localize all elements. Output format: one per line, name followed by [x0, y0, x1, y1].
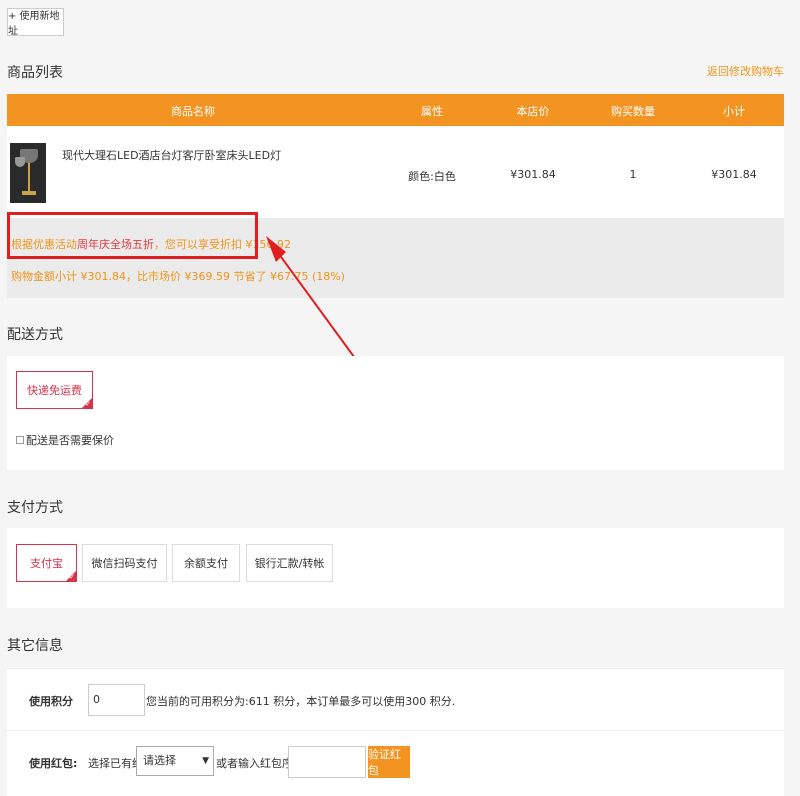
- payment-option-balance[interactable]: 余额支付: [172, 544, 240, 582]
- bonus-row: 使用红包: 选择已有红包 请选择 ▼ 或者输入红包序列号 验证红包: [7, 730, 784, 792]
- points-row: 使用积分 0 您当前的可用积分为:611 积分，本订单最多可以使用300 积分.: [7, 668, 784, 730]
- bonus-select[interactable]: 请选择 ▼: [136, 746, 214, 776]
- points-label: 使用积分: [29, 695, 73, 708]
- bonus-sn-input[interactable]: [288, 746, 366, 778]
- insure-checkbox-row[interactable]: 配送是否需要保价: [16, 432, 114, 448]
- payment-title: 支付方式: [7, 500, 63, 516]
- points-input[interactable]: 0: [88, 684, 145, 716]
- bonus-label: 使用红包:: [29, 757, 78, 770]
- shipping-option-free[interactable]: 快递免运费 ✓: [16, 371, 93, 409]
- insure-checkbox[interactable]: [16, 436, 24, 444]
- payment-option-wechat[interactable]: 微信扫码支付: [82, 544, 167, 582]
- verify-bonus-button[interactable]: 验证红包: [368, 746, 410, 778]
- other-info-title: 其它信息: [7, 638, 63, 654]
- shipping-title: 配送方式: [7, 327, 63, 343]
- shipping-panel: 快递免运费 ✓ 配送是否需要保价: [7, 356, 784, 470]
- chevron-down-icon: ▼: [202, 756, 209, 766]
- points-hint: 您当前的可用积分为:611 积分，本订单最多可以使用300 积分.: [146, 695, 456, 708]
- payment-option-alipay[interactable]: 支付宝 ✓: [16, 544, 77, 582]
- payment-panel: 支付宝 ✓ 微信扫码支付 余额支付 银行汇款/转帐: [7, 528, 784, 608]
- payment-option-bank[interactable]: 银行汇款/转帐: [246, 544, 333, 582]
- other-info-panel: 使用积分 0 您当前的可用积分为:611 积分，本订单最多可以使用300 积分.…: [7, 668, 784, 796]
